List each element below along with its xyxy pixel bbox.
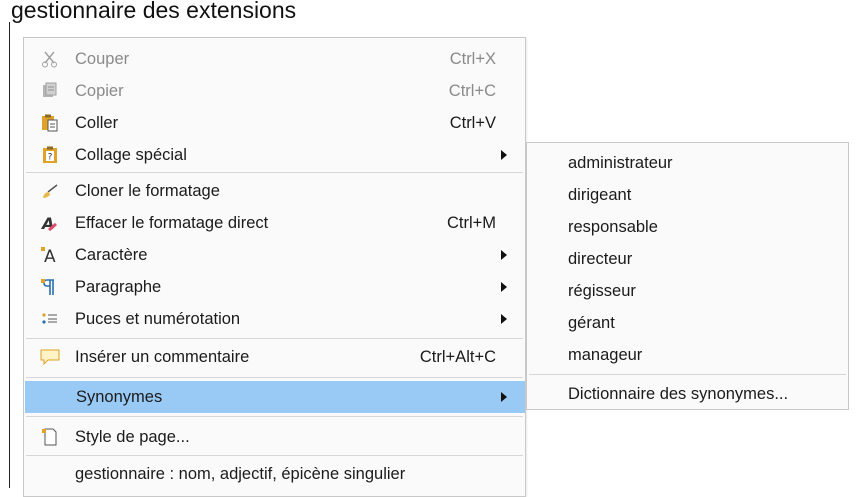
menu-item-shortcut: Ctrl+Alt+C bbox=[419, 347, 496, 366]
synonyms-submenu: administrateur dirigeant responsable dir… bbox=[526, 142, 849, 410]
menu-item-paragraph[interactable]: Paragraphe bbox=[24, 271, 525, 303]
menu-separator bbox=[529, 374, 846, 375]
menu-item-cut[interactable]: Couper Ctrl+X bbox=[24, 43, 525, 75]
synonym-label: directeur bbox=[568, 249, 633, 268]
synonym-item[interactable]: gérant bbox=[527, 307, 848, 339]
submenu-arrow-icon bbox=[501, 250, 507, 260]
menu-item-label: Insérer un commentaire bbox=[75, 347, 250, 366]
synonym-item[interactable]: administrateur bbox=[527, 147, 848, 179]
menu-item-label: Style de page... bbox=[75, 427, 190, 446]
menu-item-insert-comment[interactable]: Insérer un commentaire Ctrl+Alt+C bbox=[24, 341, 525, 373]
menu-item-paste[interactable]: Coller Ctrl+V bbox=[24, 107, 525, 139]
paste-special-icon: ? bbox=[40, 145, 60, 165]
menu-separator bbox=[26, 455, 523, 456]
comment-icon bbox=[40, 347, 60, 367]
synonym-label: responsable bbox=[568, 217, 658, 236]
synonym-label: gérant bbox=[568, 313, 615, 332]
menu-item-label: Paragraphe bbox=[75, 277, 162, 296]
menu-separator bbox=[26, 416, 523, 417]
menu-item-shortcut: Ctrl+M bbox=[446, 213, 496, 232]
menu-item-label: Effacer le formatage direct bbox=[75, 213, 269, 232]
menu-item-page-style[interactable]: Style de page... bbox=[24, 421, 525, 453]
menu-item-label: Cloner le formatage bbox=[75, 181, 220, 200]
menu-item-shortcut: Ctrl+C bbox=[448, 81, 496, 100]
menu-item-label: gestionnaire : nom, adjectif, épicène si… bbox=[75, 464, 406, 483]
menu-item-clone-formatting[interactable]: Cloner le formatage bbox=[24, 175, 525, 207]
menu-separator bbox=[26, 338, 523, 339]
synonym-item[interactable]: responsable bbox=[527, 211, 848, 243]
synonym-label: manageur bbox=[568, 345, 643, 364]
menu-item-copy[interactable]: Copier Ctrl+C bbox=[24, 75, 525, 107]
synonym-item[interactable]: manageur bbox=[527, 339, 848, 371]
page-style-icon bbox=[40, 427, 60, 447]
svg-text:A: A bbox=[41, 214, 54, 232]
synonym-item[interactable]: directeur bbox=[527, 243, 848, 275]
document-text: gestionnaire des extensions bbox=[11, 0, 297, 23]
synonym-label: dirigeant bbox=[568, 185, 632, 204]
copy-icon bbox=[40, 81, 60, 101]
menu-item-word-info[interactable]: gestionnaire : nom, adjectif, épicène si… bbox=[24, 458, 525, 490]
synonym-label: administrateur bbox=[568, 153, 673, 172]
menu-item-label: Synonymes bbox=[76, 387, 163, 406]
clone-format-brush-icon bbox=[40, 181, 60, 201]
synonym-item[interactable]: dirigeant bbox=[527, 179, 848, 211]
paragraph-icon bbox=[40, 277, 60, 297]
document-margin-line bbox=[9, 22, 10, 488]
menu-item-bullets-numbering[interactable]: Puces et numérotation bbox=[24, 303, 525, 335]
synonym-label: régisseur bbox=[568, 281, 636, 300]
thesaurus-label: Dictionnaire des synonymes... bbox=[568, 384, 789, 403]
submenu-arrow-icon bbox=[501, 282, 507, 292]
menu-item-label: Collage spécial bbox=[75, 145, 187, 164]
menu-item-label: Coller bbox=[75, 113, 119, 132]
menu-item-label: Copier bbox=[75, 81, 124, 100]
menu-item-shortcut: Ctrl+X bbox=[449, 49, 496, 68]
menu-item-label: Caractère bbox=[75, 245, 148, 264]
menu-item-synonyms[interactable]: Synonymes bbox=[25, 381, 525, 413]
thesaurus-item[interactable]: Dictionnaire des synonymes... bbox=[527, 378, 848, 410]
paste-icon bbox=[40, 113, 60, 133]
menu-item-paste-special[interactable]: ? Collage spécial bbox=[24, 139, 525, 171]
synonym-item[interactable]: régisseur bbox=[527, 275, 848, 307]
character-icon: A bbox=[40, 245, 60, 265]
menu-separator bbox=[26, 172, 523, 173]
submenu-arrow-icon bbox=[501, 314, 507, 324]
menu-item-character[interactable]: A Caractère bbox=[24, 239, 525, 271]
svg-text:A: A bbox=[44, 247, 56, 264]
scissors-icon bbox=[40, 49, 60, 69]
submenu-arrow-icon bbox=[501, 150, 507, 160]
menu-separator bbox=[26, 377, 523, 378]
submenu-arrow-icon bbox=[501, 392, 507, 402]
menu-item-shortcut: Ctrl+V bbox=[449, 113, 496, 132]
menu-item-label: Puces et numérotation bbox=[75, 309, 241, 328]
bullets-numbering-icon bbox=[40, 309, 60, 329]
context-menu: Couper Ctrl+X Copier Ctrl+C Coller Ctrl+… bbox=[23, 37, 526, 497]
menu-item-label: Couper bbox=[75, 49, 130, 68]
svg-text:?: ? bbox=[48, 153, 53, 163]
clear-format-icon: A bbox=[40, 213, 60, 233]
menu-item-clear-direct-formatting[interactable]: A Effacer le formatage direct Ctrl+M bbox=[24, 207, 525, 239]
